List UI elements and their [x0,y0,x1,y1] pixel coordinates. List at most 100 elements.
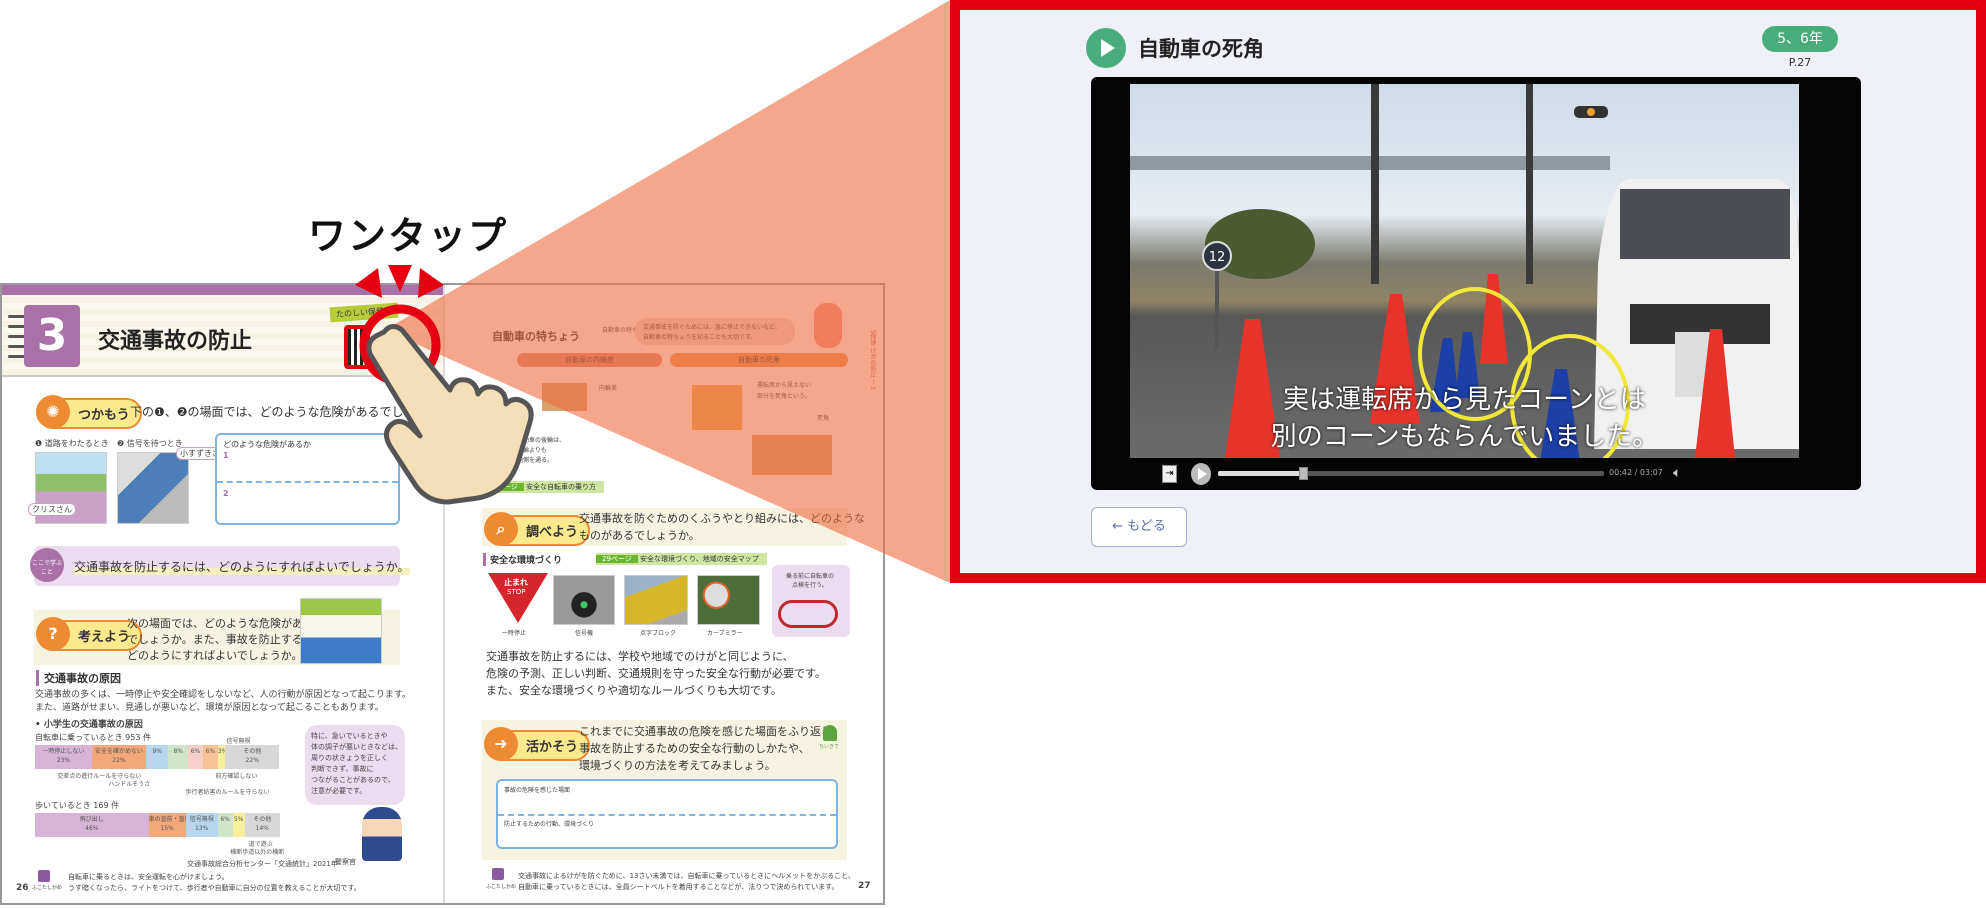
video-frame[interactable]: 12 実は運転席から見たコーンとは 別のコーンもならんでいました。 [1130,84,1799,458]
shikaku-label: 死角 [817,415,830,422]
footer-badge: ふこたしかめ [486,884,517,890]
bar-segment-name: 信号無視 [189,816,214,823]
signal-photo [553,575,615,625]
seek-fill [1218,471,1303,476]
header-band [2,285,443,295]
kangaeyou-illustration [300,598,382,664]
bar-segment-value: 22% [245,757,259,764]
summary-line2: 危険の予測、正しい判断、交通規則を守った安全な行動が必要です。 [486,667,826,680]
feature-title: 自動車の特ちょう [492,330,580,343]
learning-goal-box: ここで学ぶこと 交通事故を防止するには、どのようにすればよいでしょうか。 [30,546,410,586]
video-player[interactable]: 12 実は運転席から見たコーンとは 別のコーンもならんでいました。 ⇥ 00:4… [1091,77,1861,490]
footer-icon [38,870,50,882]
side-tab: 5保健 けがの防止 ー3 [869,330,876,390]
caption-toggle-icon[interactable]: ⇥ [1162,465,1177,483]
play-button[interactable] [1191,463,1211,485]
qr-code-link[interactable] [344,325,370,369]
bar-segment: 5% [232,813,245,837]
page-reference: P.27 [1788,56,1812,69]
answer-2-label: 2 [223,489,229,498]
bar-segment-value: 6% [220,816,230,823]
truck-front-illustration [692,385,742,430]
officer-speech-bubble: 特に、急いでいるときや 体の調子が悪いときなどは、 周りの状きょうを正しく 判断… [305,725,405,805]
lightbulb-icon: ✺ [36,395,70,429]
shirabeyou-line2: ものがあるでしょうか。 [579,529,700,542]
time-display: 00:42 / 03:07 [1609,468,1663,477]
bar-segment-value: 3% [217,748,228,755]
play-icon [1198,468,1207,480]
sign-number: 12 [1209,250,1226,265]
section-title: 交通事故の原因 [36,670,121,686]
ikasou-label: ➜ 活かそう [484,727,591,761]
photo-caption: 信号機 [575,630,594,637]
red-cone [1480,274,1508,364]
write-prompt-1: 事故の危険を感じた場面 [504,787,571,794]
bar-segment-callout: 歩行者妨害のルールを守らない [185,789,270,796]
bar-segment-value: 6% [205,748,216,755]
goal-badge: ここで学ぶこと [30,548,64,582]
bicycle-bar-chart: 一時停止しない 23% 安全を確かめない 22% 9% 8% 6% 6% 3% その他 22% [35,745,282,769]
bar-segment: 一時停止しない 23% [35,745,92,769]
answer-prompt: どのような危険があるか [223,440,311,449]
bar-segment-value: 5% [233,816,244,823]
chapter-number: 3 [24,305,80,367]
bar-segment-name: 一時停止しない [42,748,85,755]
kangaeyou-line3: どのようにすればよいでしょうか。 [127,649,303,662]
bar-segment-value: 14% [255,825,269,832]
footer-line1: 自転車に乗るときは、安全運転を心がけましょう。 [68,873,229,881]
chapter-header: 3 交通事故の防止 たのしい保健を [2,285,443,377]
link-safe-bicycle[interactable]: 29ページ 安全な自転車の乗り方 [482,481,605,493]
blind-spot-heading: 自動車の死角 [670,353,848,367]
photo-caption: 点字ブロック [640,630,677,637]
bar-segment: 9% [146,745,169,769]
grade-badge: 5、6年 [1762,26,1838,52]
rabbit-illustration [814,303,842,348]
bar-segment: その他 22% [225,745,280,769]
env-title: 安全な環境づくり [483,553,562,566]
left-page-number: 26 [16,883,29,893]
answer-box-2[interactable]: 事故の危険を感じた場面 防止するための行動、環境づくり [496,779,838,849]
footer-icon [492,868,504,880]
bicycle-chart-label: 自転車に乗っているとき 953 件 [35,733,151,742]
tsukamou-question: 下の❶、❷の場面では、どのような危険があるでしょうか。 [130,405,452,419]
bar-segment: 信号無視 13% [185,813,218,837]
ikasou-line1: これまでに交通事故の危険を感じた場面をふり返り、 [579,725,843,738]
speech-line: 体の調子が悪いときなどは、 [311,743,402,751]
speech-line: 周りの状きょうを正しく [311,754,388,762]
seek-bar[interactable] [1218,467,1604,480]
photo-caption: カーブミラー [707,630,743,637]
bar-segment-value: 13% [195,825,209,832]
police-officer-illustration [362,807,402,861]
write-prompt-2: 防止するための行動、環境づくり [504,821,595,828]
tsukamou-label: ✺ つかもう [36,395,142,429]
walking-bar-chart: 飛び出し 46% 車の直前・直後の横断 15% 信号無視 13% 6% 5% その他 14% [35,813,282,837]
goal-text: 交通事故を防止するには、どのようにすればよいでしょうか。 [74,558,410,575]
right-page-number: 27 [858,881,871,891]
seek-thumb[interactable] [1298,467,1308,480]
stop-sign-text: 止まれ [504,578,528,587]
link-safety-map[interactable]: 29ページ 安全な環境づくり、地域の安全マップ [596,553,767,565]
answer-box-1[interactable]: どのような危険があるか 1 2 [215,433,400,525]
inner-note: 内側を通る。 [517,457,554,464]
time-current: 00:42 [1609,468,1633,477]
bar-segment-value: 23% [56,757,71,764]
scene2-illustration [117,452,189,524]
back-button[interactable]: ← もどる [1091,507,1187,547]
bar-segment: 安全を確かめない 22% [91,745,147,769]
video-controls: ⇥ 00:42 / 03:07 🔈︎ [1091,458,1861,490]
subtitle-line1: 実は運転席から見たコーンとは [1283,385,1646,415]
bar-segment-value: 46% [85,825,99,832]
volume-icon[interactable]: 🔈︎ [1673,465,1681,481]
ikasou-badge: ちいきで [819,744,840,750]
tree-icon [823,725,837,741]
bar-segment: 飛び出し 46% [35,813,149,837]
bar-segment: 3% [217,745,228,769]
scene1-label: ❶ 道路をわたるとき [35,439,109,448]
time-total: 03:07 [1639,468,1663,477]
walking-chart-label: 歩いているとき 169 件 [35,801,120,810]
inner-note: 前輪よりも [517,447,547,454]
link-page: 29ページ [482,483,524,491]
summary-line3: また、安全な環境づくりや適切なルールづくりも大切です。 [486,684,782,697]
ikasou-line3: 環境づくりの方法を考えてみましょう。 [579,759,776,772]
traffic-light-lamp [1587,108,1595,116]
